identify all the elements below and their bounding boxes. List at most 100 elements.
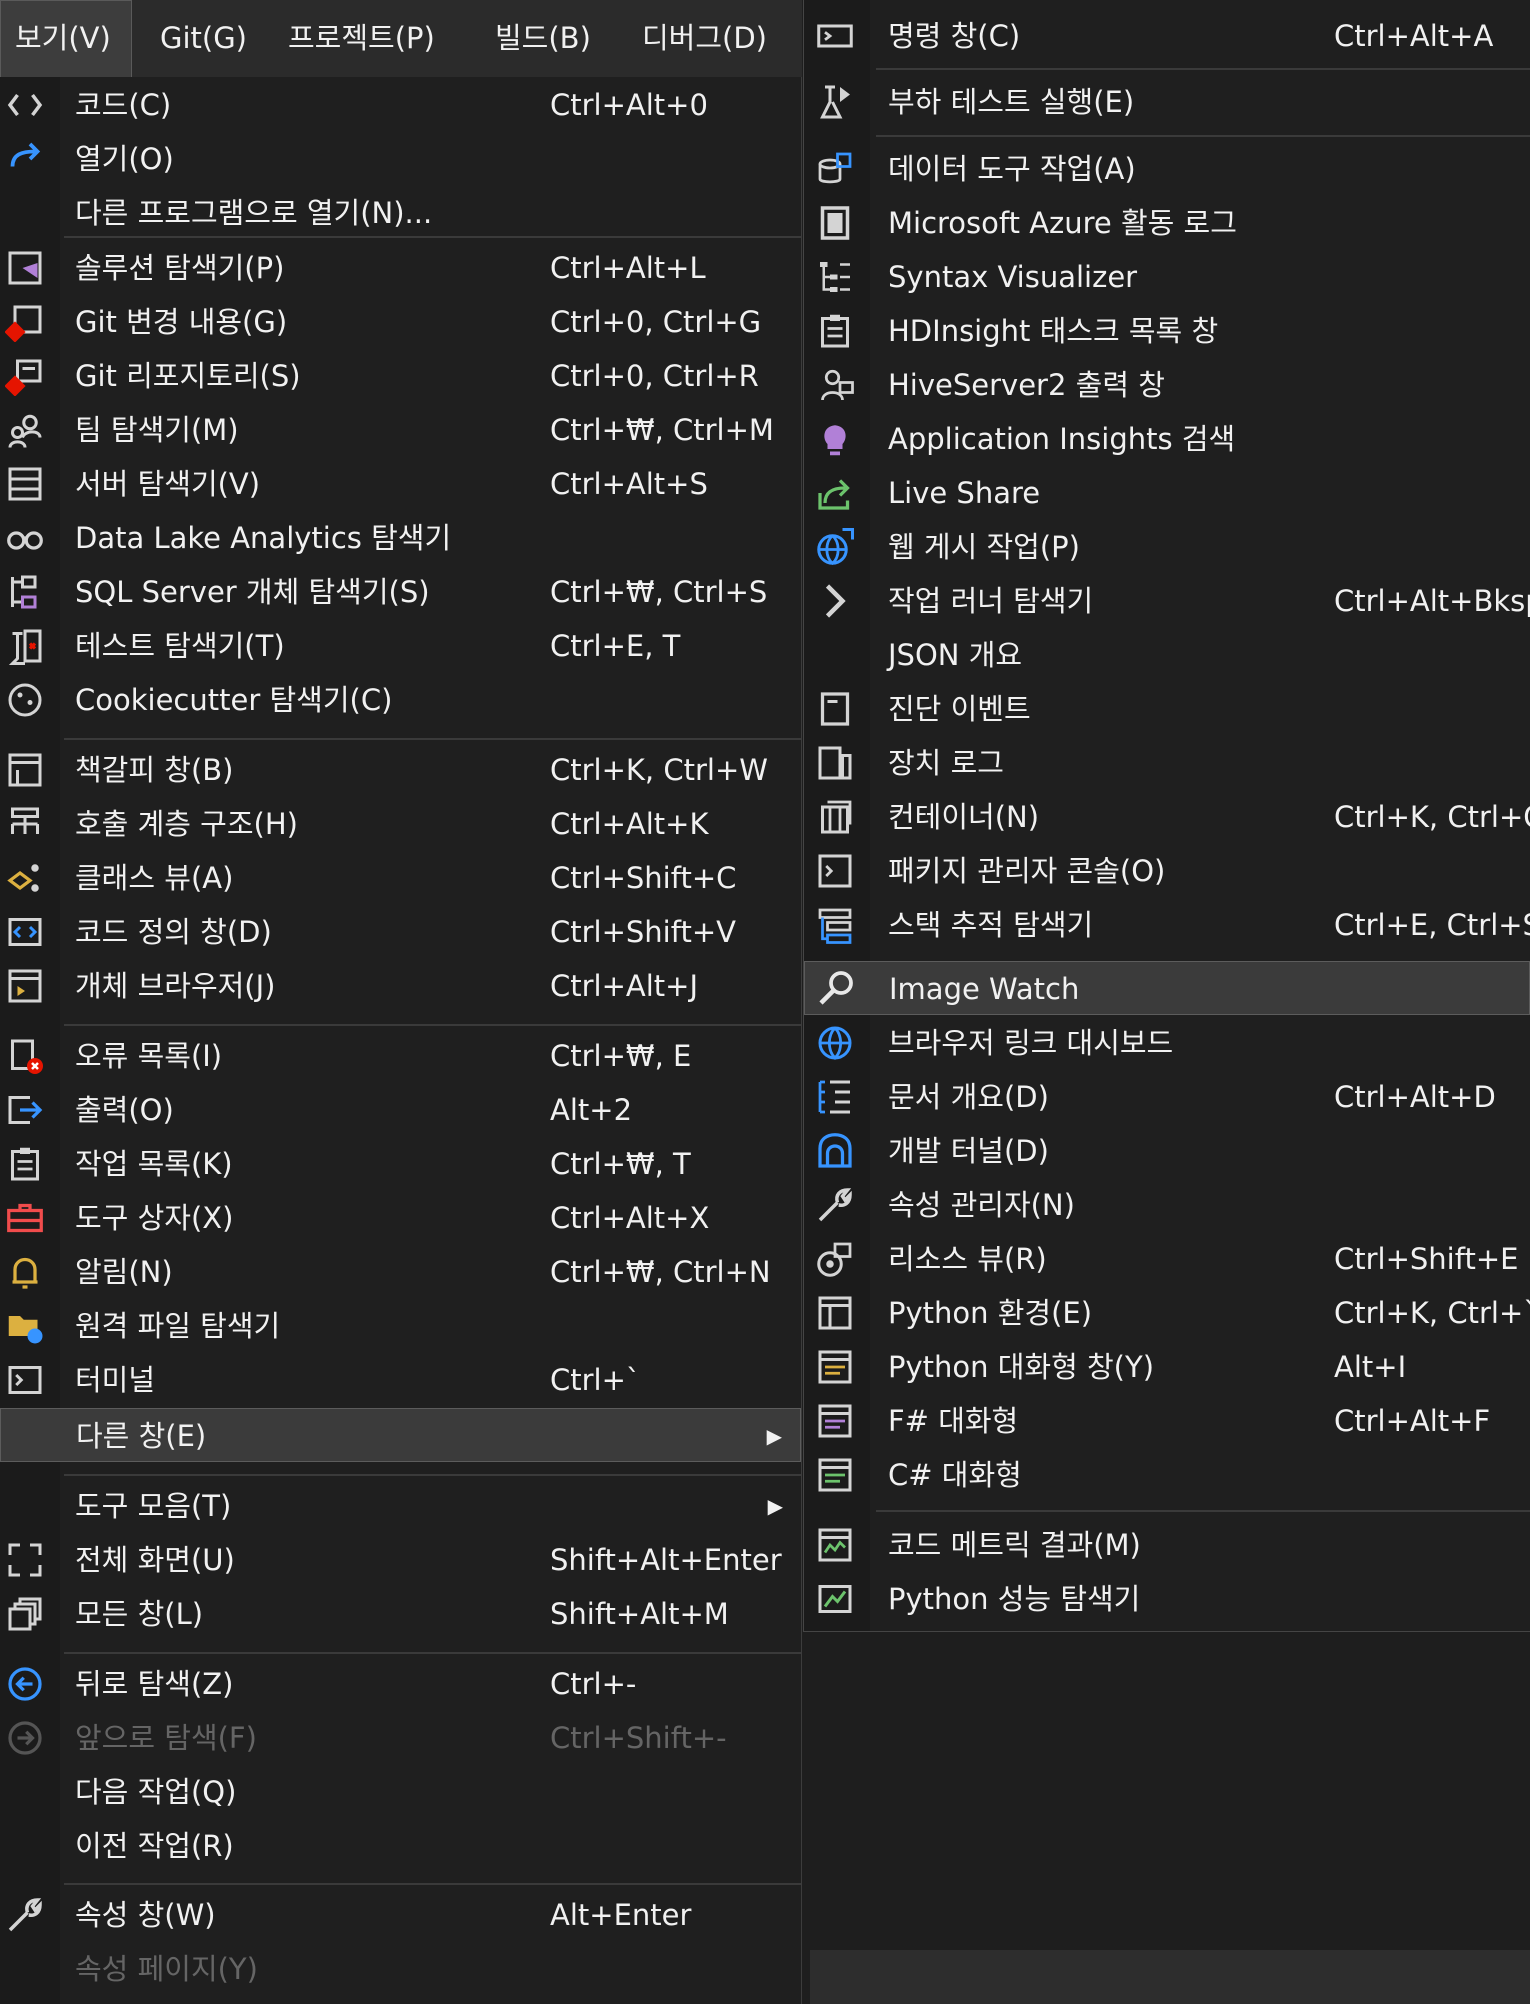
menu-item-label: 스택 추적 탐색기	[888, 908, 1094, 942]
toolbox-icon	[4, 1197, 46, 1239]
menu-item-navigate-forward[interactable]: 앞으로 탐색(F) Ctrl+Shift+-	[0, 1711, 801, 1765]
menu-item-label: 앞으로 탐색(F)	[75, 1721, 257, 1755]
menu-item-previous-task[interactable]: 이전 작업(R)	[0, 1819, 801, 1873]
submenu-item-live-share[interactable]: Live Share	[804, 466, 1530, 520]
submenu-item-data-tools[interactable]: 데이터 도구 작업(A)	[804, 142, 1530, 196]
submenu-item-image-watch[interactable]: Image Watch	[804, 961, 1530, 1015]
submenu-item-hdinsight-task-list[interactable]: HDInsight 태스크 목록 창	[804, 304, 1530, 358]
submenu-item-package-manager-console[interactable]: 패키지 관리자 콘솔(O)	[804, 844, 1530, 898]
submenu-item-fsharp-interactive[interactable]: F# 대화형 Ctrl+Alt+F	[804, 1394, 1530, 1448]
menu-item-label: HiveServer2 출력 창	[888, 368, 1165, 402]
submenu-item-task-runner-explorer[interactable]: 작업 러너 탐색기 Ctrl+Alt+Bkspc	[804, 574, 1530, 628]
browser-link-icon	[814, 1022, 856, 1064]
submenu-item-python-performance-explorer[interactable]: Python 성능 탐색기	[804, 1572, 1530, 1626]
menu-item-next-task[interactable]: 다음 작업(Q)	[0, 1765, 801, 1819]
menu-build[interactable]: 빌드(B)	[495, 0, 591, 77]
menu-item-label: 장치 로그	[888, 746, 1004, 780]
task-list-icon	[4, 1143, 46, 1185]
submenu-item-syntax-visualizer[interactable]: Syntax Visualizer	[804, 250, 1530, 304]
menu-item-open[interactable]: 열기(O)	[0, 132, 801, 186]
menu-item-label: 다른 프로그램으로 열기(N)...	[75, 196, 433, 230]
menu-bar: 보기(V) Git(G) 프로젝트(P) 빌드(B) 디버그(D)	[0, 0, 802, 78]
submenu-item-command-window[interactable]: 명령 창(C) Ctrl+Alt+A	[804, 9, 1530, 63]
menu-item-cookiecutter[interactable]: Cookiecutter 탐색기(C)	[0, 673, 801, 727]
submenu-item-browser-link-dashboard[interactable]: 브라우저 링크 대시보드	[804, 1016, 1530, 1070]
submenu-item-csharp-interactive[interactable]: C# 대화형	[804, 1448, 1530, 1502]
submenu-item-azure-activity-log[interactable]: Microsoft Azure 활동 로그	[804, 196, 1530, 250]
menu-item-full-screen[interactable]: 전체 화면(U) Shift+Alt+Enter	[0, 1533, 801, 1587]
menu-item-sql-server[interactable]: SQL Server 개체 탐색기(S) Ctrl+₩, Ctrl+S	[0, 565, 801, 619]
menu-item-other-windows[interactable]: 다른 창(E) ▶	[0, 1408, 801, 1462]
menu-item-remote-file-explorer[interactable]: 원격 파일 탐색기	[0, 1299, 801, 1353]
menu-item-label: 호출 계층 구조(H)	[75, 807, 298, 841]
git-repository-icon	[4, 355, 46, 397]
menu-item-server-explorer[interactable]: 서버 탐색기(V) Ctrl+Alt+S	[0, 457, 801, 511]
chevron-right-icon	[814, 580, 856, 622]
menu-item-error-list[interactable]: 오류 목록(I) Ctrl+₩, E	[0, 1029, 801, 1083]
menu-item-toolbars[interactable]: 도구 모음(T) ▶	[0, 1479, 801, 1533]
menu-git[interactable]: Git(G)	[160, 0, 247, 77]
menu-item-shortcut: Ctrl+Alt+J	[550, 969, 699, 1003]
error-list-icon	[4, 1035, 46, 1077]
menu-item-shortcut: Ctrl+Alt+L	[550, 251, 706, 285]
menu-item-data-lake[interactable]: Data Lake Analytics 탐색기	[0, 511, 801, 565]
menu-item-solution-explorer[interactable]: 솔루션 탐색기(P) Ctrl+Alt+L	[0, 241, 801, 295]
menu-item-property-pages[interactable]: 속성 페이지(Y)	[0, 1942, 801, 1996]
menu-item-label: 출력(O)	[75, 1093, 174, 1127]
submenu-item-device-log[interactable]: 장치 로그	[804, 736, 1530, 790]
menu-item-toolbox[interactable]: 도구 상자(X) Ctrl+Alt+X	[0, 1191, 801, 1245]
menu-item-notifications[interactable]: 알림(N) Ctrl+₩, Ctrl+N	[0, 1245, 801, 1299]
menu-item-open-with[interactable]: 다른 프로그램으로 열기(N)...	[0, 186, 801, 240]
menu-item-shortcut: Ctrl+₩, E	[550, 1039, 692, 1073]
menu-item-code-definition[interactable]: 코드 정의 창(D) Ctrl+Shift+V	[0, 905, 801, 959]
menu-item-git-repository[interactable]: Git 리포지토리(S) Ctrl+0, Ctrl+R	[0, 349, 801, 403]
menu-item-label: Syntax Visualizer	[888, 260, 1138, 294]
submenu-item-containers[interactable]: 컨테이너(N) Ctrl+K, Ctrl+O	[804, 790, 1530, 844]
menu-item-call-hierarchy[interactable]: 호출 계층 구조(H) Ctrl+Alt+K	[0, 797, 801, 851]
menu-item-shortcut: Ctrl+₩, Ctrl+N	[550, 1255, 771, 1289]
submenu-item-web-publish[interactable]: 웹 게시 작업(P)	[804, 520, 1530, 574]
menu-debug[interactable]: 디버그(D)	[642, 0, 767, 77]
submenu-item-diagnostic-events[interactable]: 진단 이벤트	[804, 682, 1530, 736]
menu-item-label: Git 변경 내용(G)	[75, 305, 288, 339]
menu-item-object-browser[interactable]: 개체 브라우저(J) Ctrl+Alt+J	[0, 959, 801, 1013]
submenu-item-property-manager[interactable]: 속성 관리자(N)	[804, 1178, 1530, 1232]
submenu-item-stack-trace-explorer[interactable]: 스택 추적 탐색기 Ctrl+E, Ctrl+S	[804, 898, 1530, 952]
code-metrics-icon	[814, 1524, 856, 1566]
submenu-item-document-outline[interactable]: 문서 개요(D) Ctrl+Alt+D	[804, 1070, 1530, 1124]
menu-item-label: 리소스 뷰(R)	[888, 1242, 1047, 1276]
menu-item-label: Image Watch	[889, 972, 1080, 1006]
submenu-item-application-insights[interactable]: Application Insights 검색	[804, 412, 1530, 466]
menu-project[interactable]: 프로젝트(P)	[288, 0, 435, 77]
wrench-icon	[4, 1894, 46, 1936]
menu-item-code[interactable]: 코드(C) Ctrl+Alt+0	[0, 78, 801, 132]
menu-item-output[interactable]: 출력(O) Alt+2	[0, 1083, 801, 1137]
submenu-item-python-interactive[interactable]: Python 대화형 창(Y) Alt+I	[804, 1340, 1530, 1394]
menu-item-label: 열기(O)	[75, 142, 174, 176]
submenu-item-code-metrics[interactable]: 코드 메트릭 결과(M)	[804, 1518, 1530, 1572]
menu-item-test-explorer[interactable]: 테스트 탐색기(T) Ctrl+E, T	[0, 619, 801, 673]
menu-item-terminal[interactable]: 터미널 Ctrl+`	[0, 1353, 801, 1407]
submenu-item-dev-tunnels[interactable]: 개발 터널(D)	[804, 1124, 1530, 1178]
menu-item-shortcut: Ctrl+Shift+C	[550, 861, 737, 895]
menu-item-all-windows[interactable]: 모든 창(L) Shift+Alt+M	[0, 1587, 801, 1641]
submenu-item-hiveserver2-output[interactable]: HiveServer2 출력 창	[804, 358, 1530, 412]
menu-item-properties-window[interactable]: 속성 창(W) Alt+Enter	[0, 1888, 801, 1942]
menu-item-shortcut: Ctrl+0, Ctrl+G	[550, 305, 762, 339]
menu-item-task-list[interactable]: 작업 목록(K) Ctrl+₩, T	[0, 1137, 801, 1191]
menu-item-shortcut: Ctrl+E, Ctrl+S	[1334, 908, 1530, 942]
menu-item-label: 전체 화면(U)	[75, 1543, 235, 1577]
menu-item-navigate-back[interactable]: 뒤로 탐색(Z) Ctrl+-	[0, 1657, 801, 1711]
menu-view[interactable]: 보기(V)	[0, 0, 132, 77]
menu-item-bookmark-window[interactable]: 책갈피 창(B) Ctrl+K, Ctrl+W	[0, 743, 801, 797]
stack-trace-icon	[814, 904, 856, 946]
menu-item-shortcut: Ctrl+0, Ctrl+R	[550, 359, 759, 393]
menu-item-git-changes[interactable]: Git 변경 내용(G) Ctrl+0, Ctrl+G	[0, 295, 801, 349]
menu-item-class-view[interactable]: 클래스 뷰(A) Ctrl+Shift+C	[0, 851, 801, 905]
submenu-item-json-outline[interactable]: JSON 개요	[804, 628, 1530, 682]
menu-item-team-explorer[interactable]: 팀 탐색기(M) Ctrl+₩, Ctrl+M	[0, 403, 801, 457]
menu-item-label: 패키지 관리자 콘솔(O)	[888, 854, 1166, 888]
submenu-item-python-environments[interactable]: Python 환경(E) Ctrl+K, Ctrl+`	[804, 1286, 1530, 1340]
submenu-item-resource-view[interactable]: 리소스 뷰(R) Ctrl+Shift+E	[804, 1232, 1530, 1286]
submenu-item-load-test[interactable]: 부하 테스트 실행(E)	[804, 75, 1530, 129]
